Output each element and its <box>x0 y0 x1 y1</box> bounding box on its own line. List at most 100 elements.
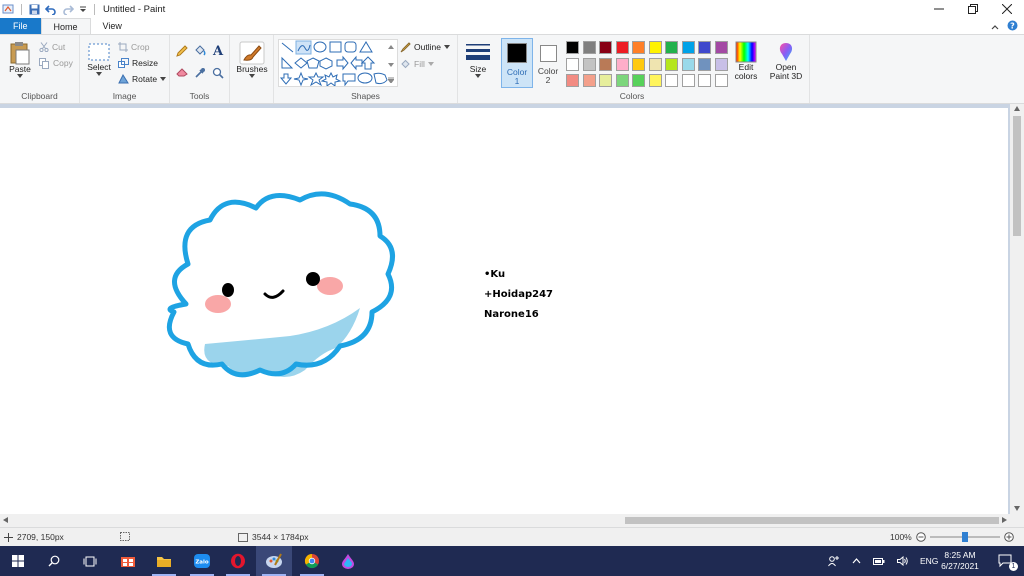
palette-swatch[interactable] <box>698 74 711 87</box>
palette-swatch[interactable] <box>665 41 678 54</box>
taskbar-chrome[interactable] <box>294 546 330 576</box>
brushes-label: Brushes <box>236 64 268 74</box>
taskbar-paint[interactable] <box>256 546 292 576</box>
horizontal-scrollbar[interactable] <box>0 514 1010 527</box>
paste-button[interactable]: Paste <box>5 41 35 78</box>
tab-file[interactable]: File <box>0 18 41 34</box>
redo-icon[interactable] <box>62 4 74 15</box>
palette-swatch[interactable] <box>648 74 662 87</box>
palette-swatch[interactable] <box>582 41 596 54</box>
palette-swatch[interactable] <box>714 41 728 54</box>
palette-swatch[interactable] <box>582 57 596 71</box>
size-button[interactable]: Size <box>462 41 494 78</box>
save-icon[interactable] <box>29 4 40 15</box>
zoom-in-icon[interactable] <box>1003 532 1014 542</box>
palette-swatch[interactable] <box>566 57 579 71</box>
taskbar-drop-app[interactable] <box>330 546 366 576</box>
palette-swatch[interactable] <box>714 74 728 87</box>
pencil-icon[interactable] <box>176 45 188 59</box>
horizontal-scroll-thumb[interactable] <box>625 517 999 524</box>
palette-swatch[interactable] <box>615 74 629 87</box>
zoom-slider[interactable] <box>929 532 1000 542</box>
eraser-icon[interactable] <box>176 67 188 79</box>
rotate-button[interactable]: Rotate <box>118 72 167 86</box>
palette-swatch[interactable] <box>681 57 695 71</box>
scroll-down-icon[interactable] <box>1014 506 1020 511</box>
color-picker-icon[interactable] <box>194 67 206 81</box>
taskbar-clock[interactable]: 8:25 AM 6/27/2021 <box>932 550 988 572</box>
palette-swatch[interactable] <box>615 41 629 54</box>
paint-app-icon[interactable] <box>2 3 14 15</box>
crop-button[interactable]: Crop <box>118 40 149 54</box>
copy-button[interactable]: Copy <box>39 56 73 70</box>
notifications-button[interactable]: 1 <box>988 546 1024 576</box>
palette-swatch[interactable] <box>665 57 678 71</box>
zoom-out-icon[interactable] <box>915 532 926 542</box>
palette-swatch[interactable] <box>648 57 662 71</box>
palette-swatch[interactable] <box>698 57 711 71</box>
vertical-scrollbar[interactable] <box>1010 104 1024 514</box>
undo-icon[interactable] <box>45 4 57 15</box>
shapes-gallery[interactable] <box>278 39 398 87</box>
customize-qa-icon[interactable] <box>79 5 87 13</box>
taskbar: Zalo ENG 8:25 AM 6/27/2021 1 <box>0 546 1024 576</box>
close-button[interactable] <box>990 0 1024 18</box>
palette-swatch[interactable] <box>681 74 695 87</box>
magnifier-icon[interactable] <box>212 67 224 81</box>
text-tool-icon[interactable]: A <box>212 44 224 59</box>
tab-view[interactable]: View <box>91 18 134 34</box>
open-paint3d-button[interactable]: Open Paint 3D <box>766 41 806 81</box>
drawing-canvas[interactable]: •Ku +Hoidap247 Narone16 <box>0 108 1008 514</box>
palette-swatch[interactable] <box>632 74 645 87</box>
palette-swatch[interactable] <box>599 57 612 71</box>
restore-button[interactable] <box>956 0 990 18</box>
search-button[interactable] <box>36 546 72 576</box>
scroll-right-icon[interactable] <box>1002 517 1007 523</box>
chevron-up-icon[interactable] <box>852 558 861 564</box>
palette-swatch[interactable] <box>599 41 612 54</box>
collapse-ribbon-icon[interactable] <box>991 22 999 32</box>
color2-button[interactable]: Color 2 <box>535 38 561 88</box>
ribbon: Paste Cut Copy Clipboard Select Crop Res… <box>0 34 1024 104</box>
shapes-scroll-down-icon[interactable] <box>388 59 394 69</box>
color1-button[interactable]: Color 1 <box>501 38 533 88</box>
edit-colors-button[interactable]: Edit colors <box>730 41 762 81</box>
palette-swatch[interactable] <box>582 74 596 87</box>
scroll-left-icon[interactable] <box>3 517 8 523</box>
palette-swatch[interactable] <box>566 41 579 54</box>
palette-swatch[interactable] <box>615 57 629 71</box>
vertical-scroll-thumb[interactable] <box>1013 116 1021 236</box>
start-button[interactable] <box>0 546 36 576</box>
cut-button[interactable]: Cut <box>39 40 65 54</box>
palette-swatch[interactable] <box>698 41 711 54</box>
palette-swatch[interactable] <box>681 41 695 54</box>
minimize-button[interactable] <box>922 0 956 18</box>
taskbar-opera[interactable] <box>220 546 256 576</box>
fill-button[interactable]: Fill <box>400 57 434 71</box>
volume-icon[interactable] <box>897 556 908 566</box>
help-icon[interactable]: ? <box>1007 20 1018 33</box>
taskbar-file-explorer[interactable] <box>146 546 182 576</box>
tab-home[interactable]: Home <box>40 18 91 34</box>
brushes-button[interactable]: Brushes <box>234 41 270 78</box>
palette-swatch[interactable] <box>665 74 678 87</box>
palette-swatch[interactable] <box>648 41 662 54</box>
battery-icon[interactable] <box>873 557 885 566</box>
palette-swatch[interactable] <box>632 57 645 71</box>
taskbar-zalo[interactable]: Zalo <box>184 546 220 576</box>
shapes-expand-icon[interactable] <box>387 75 395 85</box>
palette-swatch[interactable] <box>599 74 612 87</box>
resize-button[interactable]: Resize <box>118 56 158 70</box>
zoom-slider-thumb[interactable] <box>961 532 968 542</box>
palette-swatch[interactable] <box>714 57 728 71</box>
select-button[interactable]: Select <box>84 41 114 76</box>
palette-swatch[interactable] <box>566 74 579 87</box>
palette-swatch[interactable] <box>632 41 645 54</box>
scroll-up-icon[interactable] <box>1014 106 1020 111</box>
outline-button[interactable]: Outline <box>400 40 450 54</box>
task-view-button[interactable] <box>72 546 108 576</box>
fill-bucket-icon[interactable] <box>194 45 206 59</box>
shapes-scroll-up-icon[interactable] <box>388 41 394 51</box>
people-icon[interactable] <box>828 555 840 567</box>
taskbar-app-store[interactable] <box>110 546 146 576</box>
